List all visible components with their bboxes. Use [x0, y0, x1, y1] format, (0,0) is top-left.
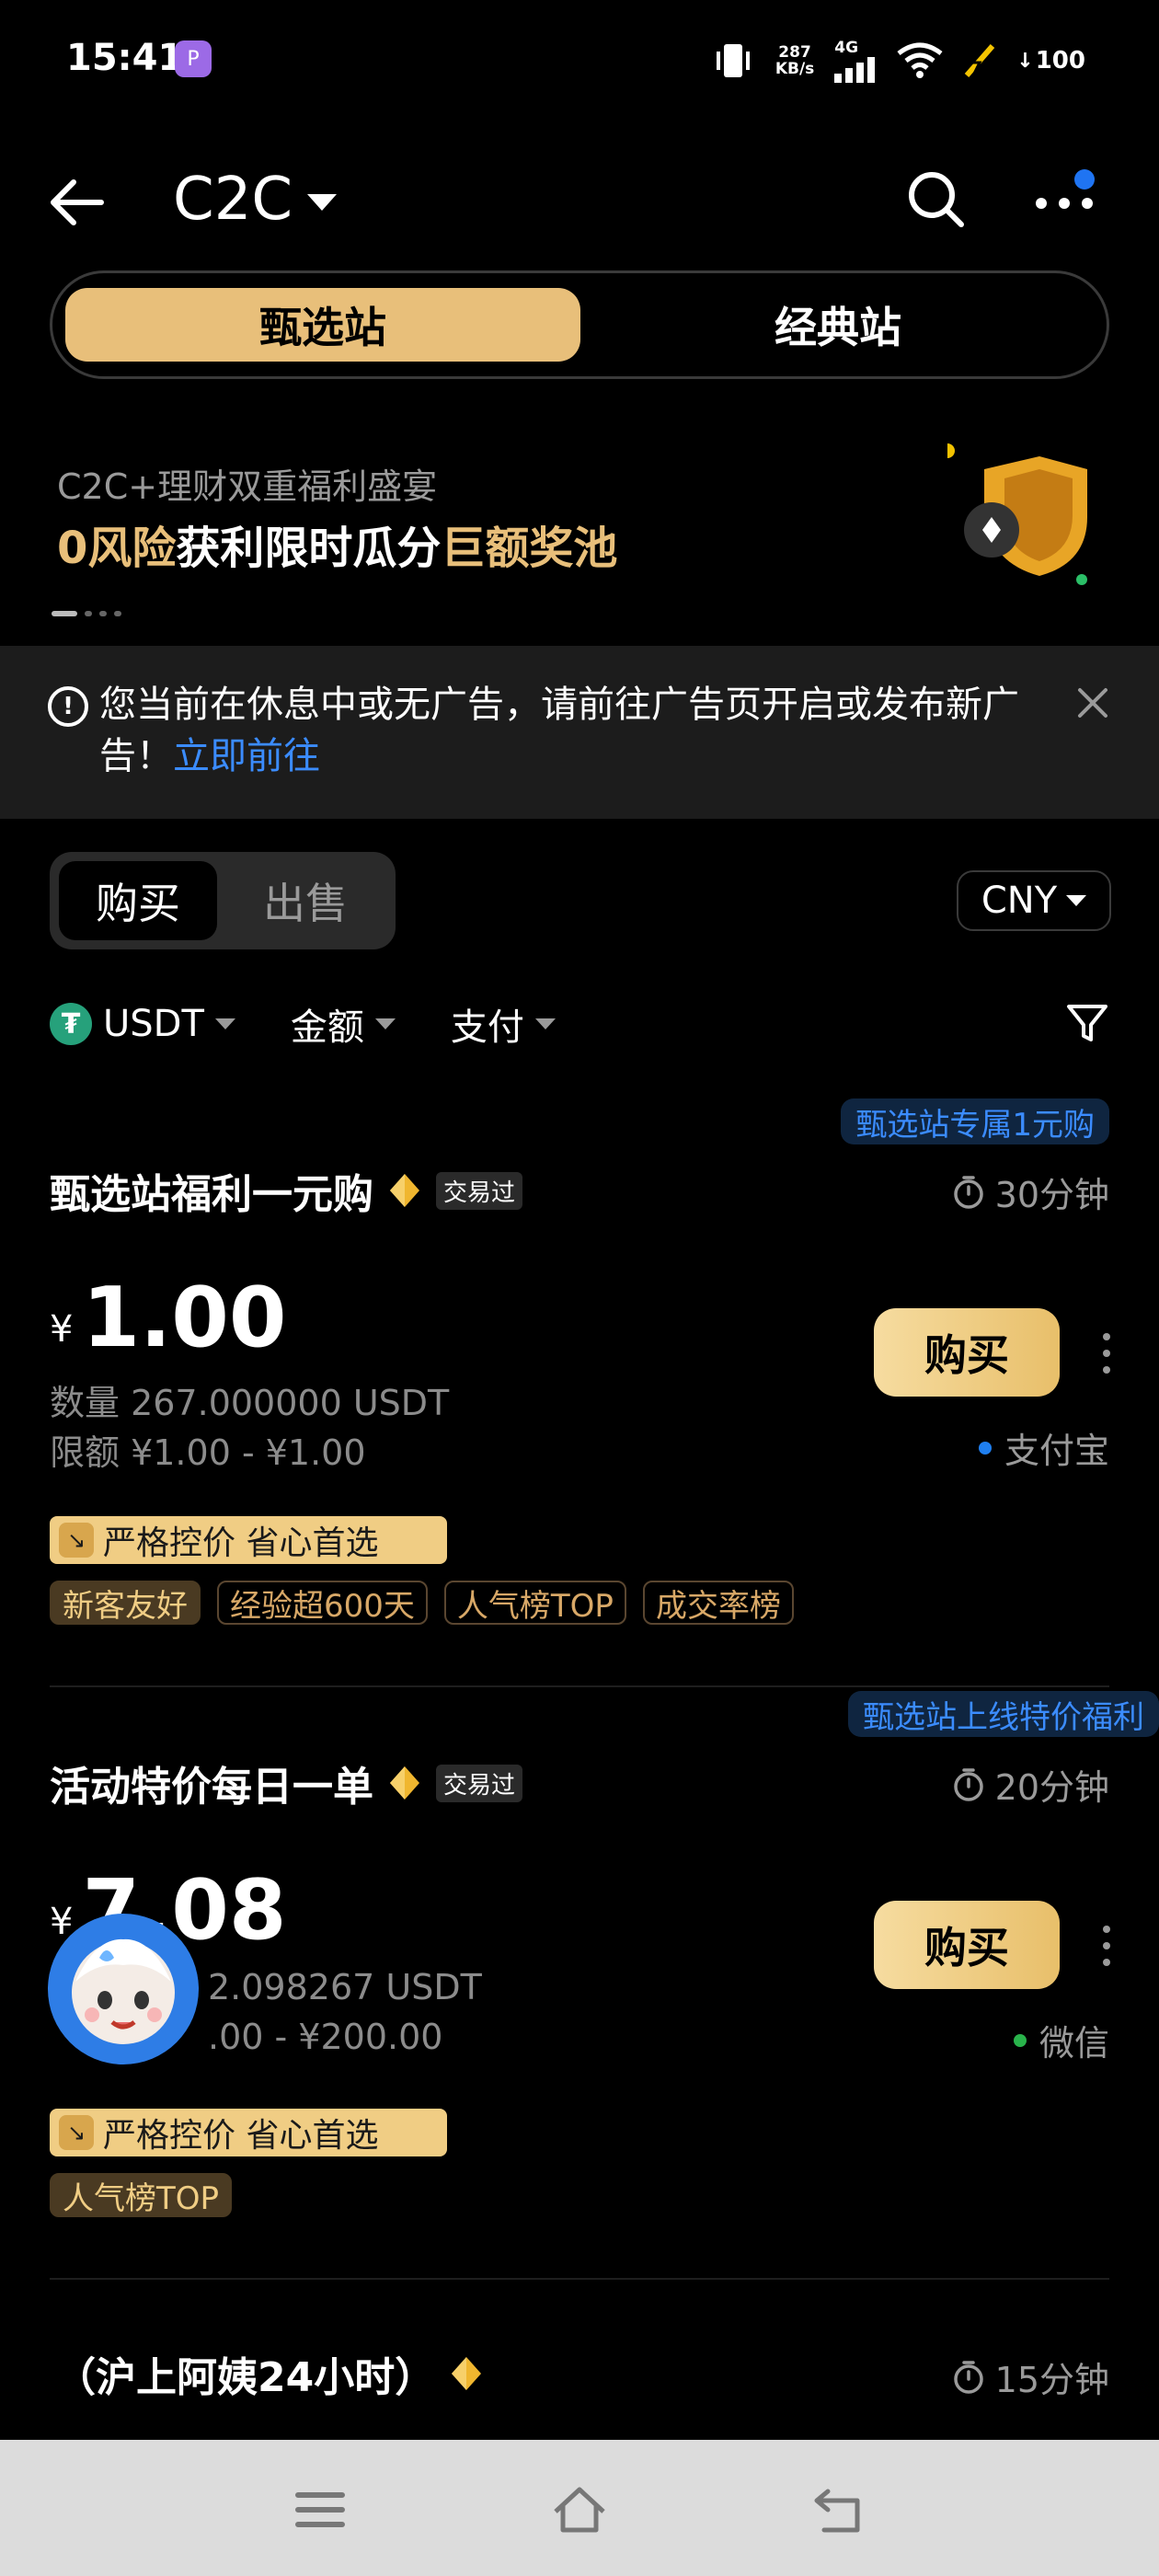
page-title-dropdown[interactable]: C2C: [173, 166, 338, 234]
ad-quantity: 数量 267.000000 USDT: [50, 1383, 450, 1423]
notice-text: 您当前在休息中或无广告，请前往广告页开启或发布新广告！立即前往: [99, 684, 1019, 777]
payment-method: 微信: [1013, 2015, 1109, 2065]
notice-bar: ! 您当前在休息中或无广告，请前往广告页开启或发布新广告！立即前往: [0, 646, 1159, 819]
ad-tags: 新客友好 经验超600天 人气榜TOP 成交率榜: [50, 1581, 794, 1625]
tag: 人气榜TOP: [443, 1581, 626, 1625]
buy-button[interactable]: 购买: [874, 1308, 1060, 1397]
chevron-down-icon: [1066, 895, 1087, 906]
avatar-face-icon: [72, 1938, 175, 2044]
strict-price-tag: ↘ 严格控价 省心首选: [50, 2109, 447, 2156]
signal-icon: [834, 57, 876, 83]
net-speed: 287 KB/s: [775, 43, 815, 78]
battery-indicator: ↓ 100: [1016, 47, 1085, 75]
ad-quantity: 2.098267 USDT: [208, 1967, 482, 2007]
promo-tag: 甄选站专属1元购: [841, 1098, 1109, 1144]
ad-price: ¥1.00: [50, 1270, 287, 1366]
ad-merchant-name[interactable]: 活动特价每日一单 交易过: [50, 1754, 523, 1812]
diamond-icon: [452, 2357, 482, 2390]
notification-dot: [1074, 169, 1095, 190]
amount-filter[interactable]: 金额: [291, 997, 396, 1051]
coin-filter[interactable]: ₮ USDT: [50, 1003, 235, 1045]
divider: [50, 2278, 1109, 2280]
banner-subtitle[interactable]: C2C+理财双重福利盛宴: [57, 458, 437, 509]
ad-merchant-name[interactable]: 甄选站福利一元购 交易过: [50, 1161, 523, 1220]
wechat-dot: [1013, 2033, 1027, 2047]
tab-classic-station[interactable]: 经典站: [580, 288, 1096, 362]
status-time: 15:41: [66, 37, 184, 79]
back-arrow-icon[interactable]: [48, 175, 107, 230]
vibrate-icon: [716, 44, 750, 77]
ad-pay-time: 15分钟: [951, 2352, 1109, 2402]
close-icon[interactable]: [1073, 683, 1113, 723]
timer-icon: [953, 1175, 983, 1209]
tab-buy[interactable]: 购买: [59, 861, 217, 940]
menu-icon[interactable]: [291, 2480, 350, 2539]
trade-direction-toggle: 购买 出售: [50, 852, 396, 949]
ad-pay-time: 30分钟: [951, 1167, 1109, 1217]
filter-icon[interactable]: [1065, 1001, 1109, 1045]
promo-tag: 甄选站上线特价福利: [848, 1691, 1159, 1737]
payment-filter[interactable]: 支付: [451, 997, 556, 1051]
floating-assistant-avatar[interactable]: [48, 1914, 199, 2064]
chevron-down-icon: [307, 194, 338, 211]
banner-pagination: [52, 611, 121, 616]
info-icon: !: [48, 686, 88, 727]
ad-tags: 人气榜TOP: [50, 2173, 233, 2217]
tag: 人气榜TOP: [50, 2173, 233, 2217]
traded-badge: 交易过: [436, 1171, 523, 1210]
search-icon[interactable]: [906, 169, 965, 228]
status-icons: 287 KB/s 4G ↓ 100: [711, 39, 1085, 83]
arrow-badge-icon: ↘: [59, 2115, 94, 2150]
tag: 新客友好: [50, 1581, 201, 1625]
chevron-down-icon: [214, 1018, 235, 1029]
filter-bar: ₮ USDT 金额 支付: [50, 997, 556, 1051]
chevron-down-icon: [534, 1018, 556, 1029]
alipay-dot: [978, 1441, 992, 1455]
buy-button[interactable]: 购买: [874, 1901, 1060, 1989]
traded-badge: 交易过: [436, 1764, 523, 1802]
currency-select[interactable]: CNY: [957, 870, 1111, 931]
app-notification-icon: P: [175, 40, 212, 77]
notice-link[interactable]: 立即前往: [173, 735, 320, 777]
tag: 经验超600天: [217, 1581, 428, 1625]
ad-limit: 限额 ¥1.00 - ¥1.00: [50, 1432, 366, 1473]
shield-icon: [947, 443, 1087, 585]
signal-indicator: 4G: [834, 39, 877, 83]
system-nav-bar: [0, 2440, 1159, 2576]
tag: 成交率榜: [642, 1581, 794, 1625]
station-switch: 甄选站 经典站: [50, 270, 1109, 379]
back-icon[interactable]: [809, 2480, 868, 2539]
diamond-icon: [390, 1766, 419, 1800]
payment-method: 支付宝: [978, 1422, 1109, 1473]
timer-icon: [953, 2360, 983, 2394]
usdt-icon: ₮: [50, 1003, 92, 1045]
arrow-badge-icon: ↘: [59, 1523, 94, 1558]
strict-price-tag: ↘ 严格控价 省心首选: [50, 1516, 447, 1564]
more-vertical-icon[interactable]: [1100, 1923, 1113, 1969]
wifi-icon: [897, 42, 943, 78]
ad-limit: .00 - ¥200.00: [208, 2017, 443, 2057]
home-icon[interactable]: [550, 2480, 609, 2539]
ad-pay-time: 20分钟: [951, 1759, 1109, 1810]
divider: [50, 1685, 1109, 1687]
timer-icon: [953, 1767, 983, 1801]
chevron-down-icon: [374, 1018, 396, 1029]
page-title: C2C: [173, 166, 293, 234]
tab-sell[interactable]: 出售: [226, 861, 384, 940]
more-vertical-icon[interactable]: [1100, 1330, 1113, 1376]
ad-merchant-name[interactable]: （沪上阿姨24小时）: [55, 2344, 485, 2403]
tab-selected-station[interactable]: 甄选站: [65, 288, 580, 362]
banner-title[interactable]: 0风险获利限时瓜分巨额奖池: [57, 512, 617, 576]
diamond-icon: [390, 1174, 419, 1207]
power-saving-icon: [965, 44, 995, 77]
